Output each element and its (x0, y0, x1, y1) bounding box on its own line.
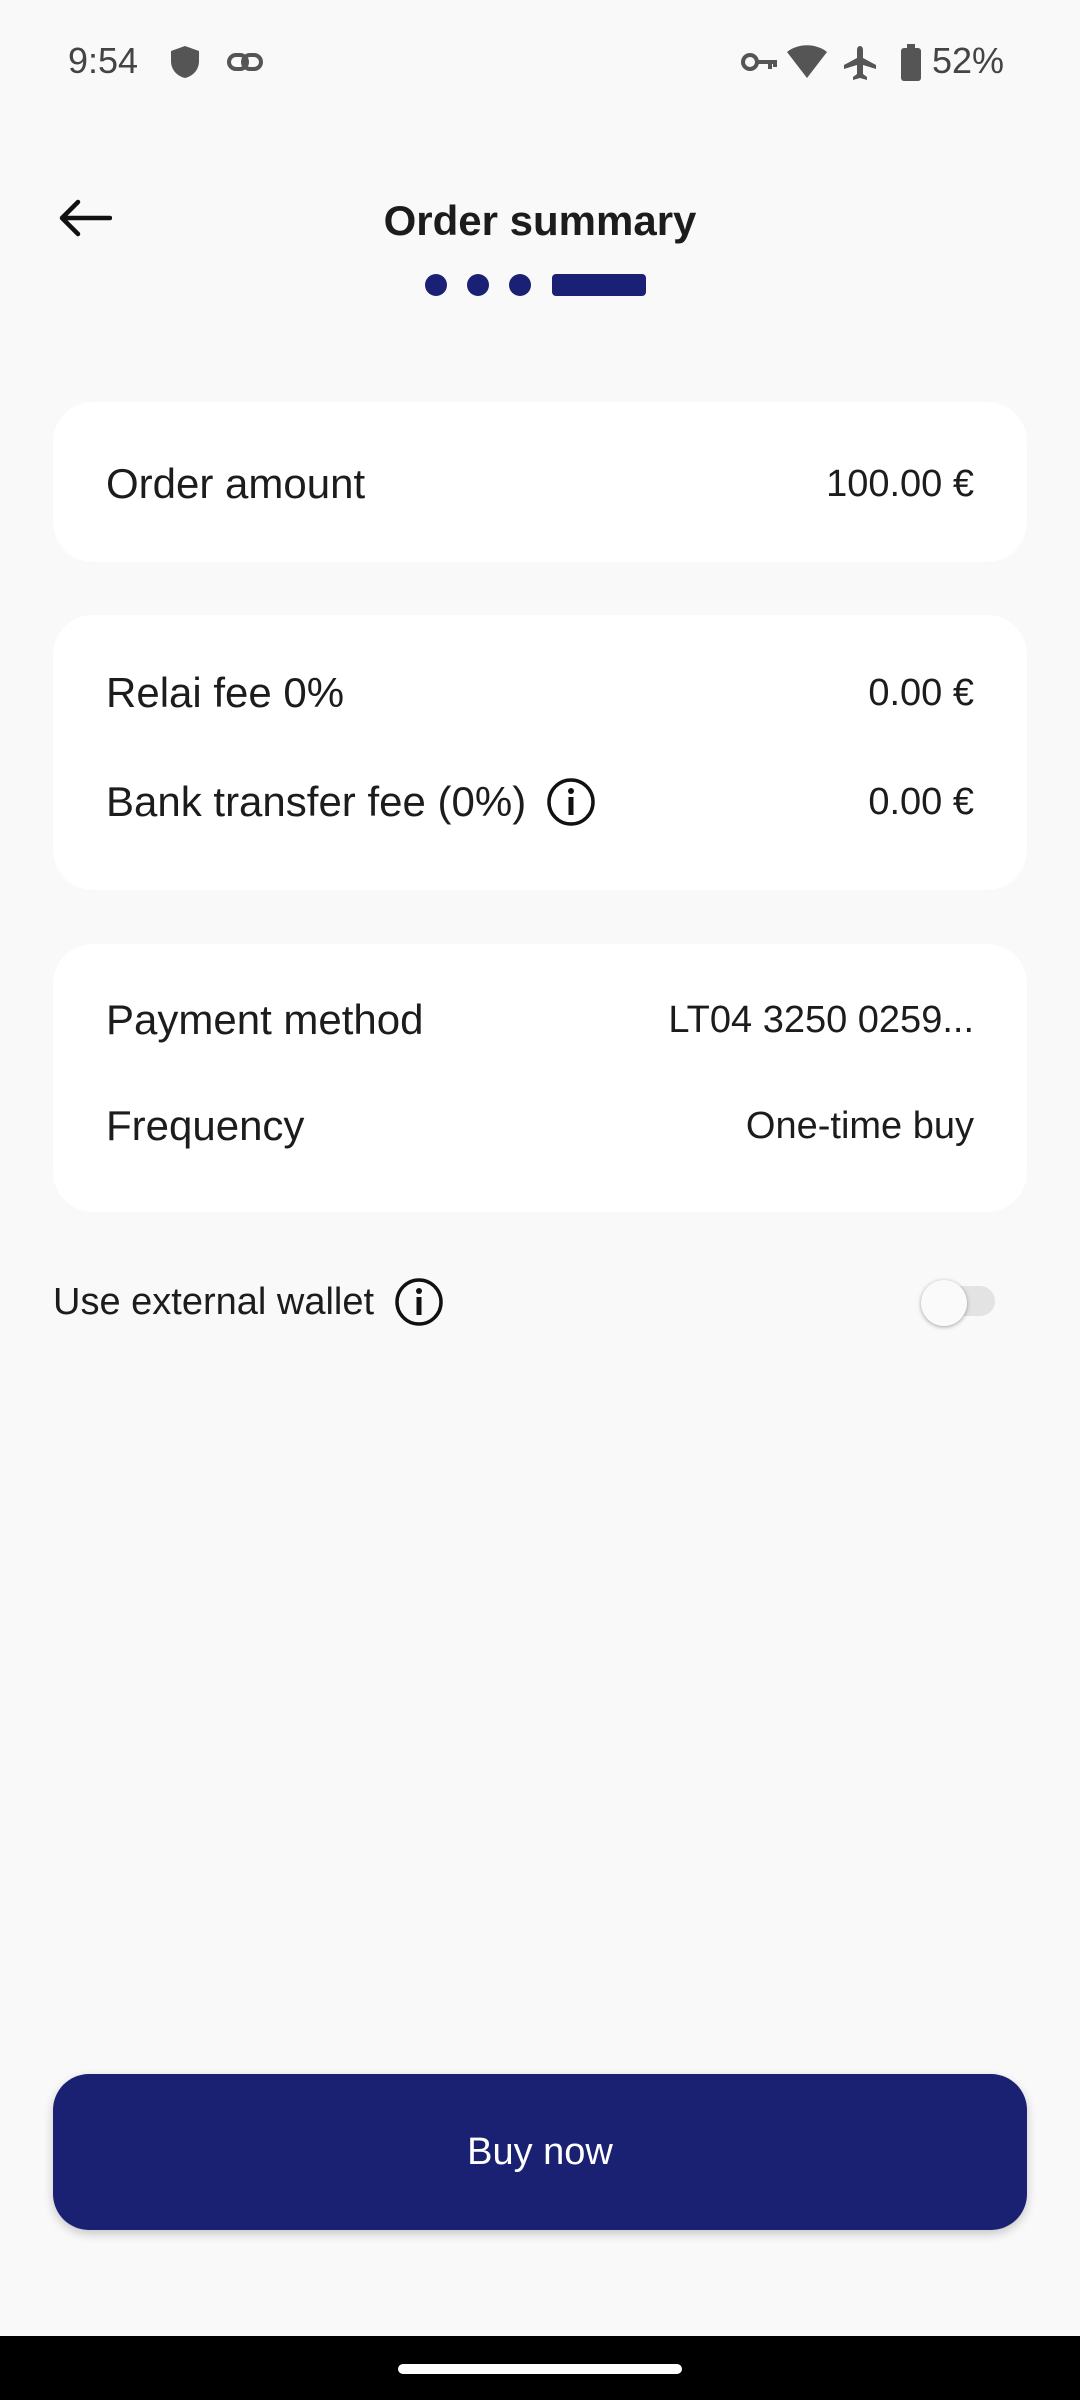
wifi-icon (786, 44, 828, 85)
fees-card: Relai fee 0% 0.00 € Bank transfer fee (0… (53, 615, 1027, 890)
link-icon (226, 44, 264, 85)
bank-fee-label: Bank transfer fee (0%) (106, 778, 527, 825)
relai-fee-value: 0.00 € (868, 671, 974, 714)
bank-fee-label-wrap: Bank transfer fee (0%) (106, 777, 596, 827)
status-time: 9:54 (68, 40, 139, 81)
step-dot-1 (425, 274, 447, 296)
buy-now-button[interactable]: Buy now (53, 2074, 1027, 2230)
payment-card: Payment method LT04 3250 0259... Frequen… (53, 944, 1027, 1212)
external-wallet-row: Use external wallet (53, 1272, 1027, 1332)
shield-icon (168, 44, 202, 85)
order-summary-screen: 9:54 52% Order summary Order amount 100.… (0, 0, 1080, 2400)
payment-method-label: Payment method (106, 996, 424, 1043)
relai-fee-label: Relai fee 0% (106, 669, 345, 716)
relai-fee-row: Relai fee 0% 0.00 € (106, 669, 974, 717)
home-handle[interactable] (398, 2364, 682, 2374)
frequency-label: Frequency (106, 1102, 305, 1149)
payment-method-value: LT04 3250 0259... (668, 998, 974, 1041)
step-dot-3 (509, 274, 531, 296)
frequency-value: One-time buy (745, 1104, 974, 1147)
order-amount-label: Order amount (106, 460, 366, 507)
order-amount-value: 100.00 € (826, 462, 974, 505)
step-current-4 (552, 274, 646, 296)
bank-fee-row: Bank transfer fee (0%) 0.00 € (106, 777, 974, 827)
order-amount-card: Order amount 100.00 € (53, 402, 1027, 562)
info-icon[interactable] (394, 1277, 444, 1327)
status-bar: 9:54 52% (0, 0, 1080, 130)
external-wallet-label: Use external wallet (53, 1280, 375, 1323)
airplane-icon (842, 44, 878, 87)
external-wallet-toggle[interactable] (921, 1280, 997, 1326)
progress-stepper (0, 274, 1080, 296)
page-title: Order summary (383, 197, 697, 244)
navigation-bar (0, 2336, 1080, 2400)
step-dot-2 (467, 274, 489, 296)
battery-icon (900, 44, 922, 87)
info-icon[interactable] (546, 777, 596, 827)
bank-fee-value: 0.00 € (868, 780, 974, 823)
vpn-key-icon (740, 44, 780, 85)
battery-percent: 52% (932, 40, 1005, 81)
payment-method-row[interactable]: Payment method LT04 3250 0259... (106, 996, 974, 1044)
toggle-knob (921, 1280, 967, 1326)
order-amount-row: Order amount 100.00 € (106, 460, 974, 508)
frequency-row[interactable]: Frequency One-time buy (106, 1102, 974, 1150)
